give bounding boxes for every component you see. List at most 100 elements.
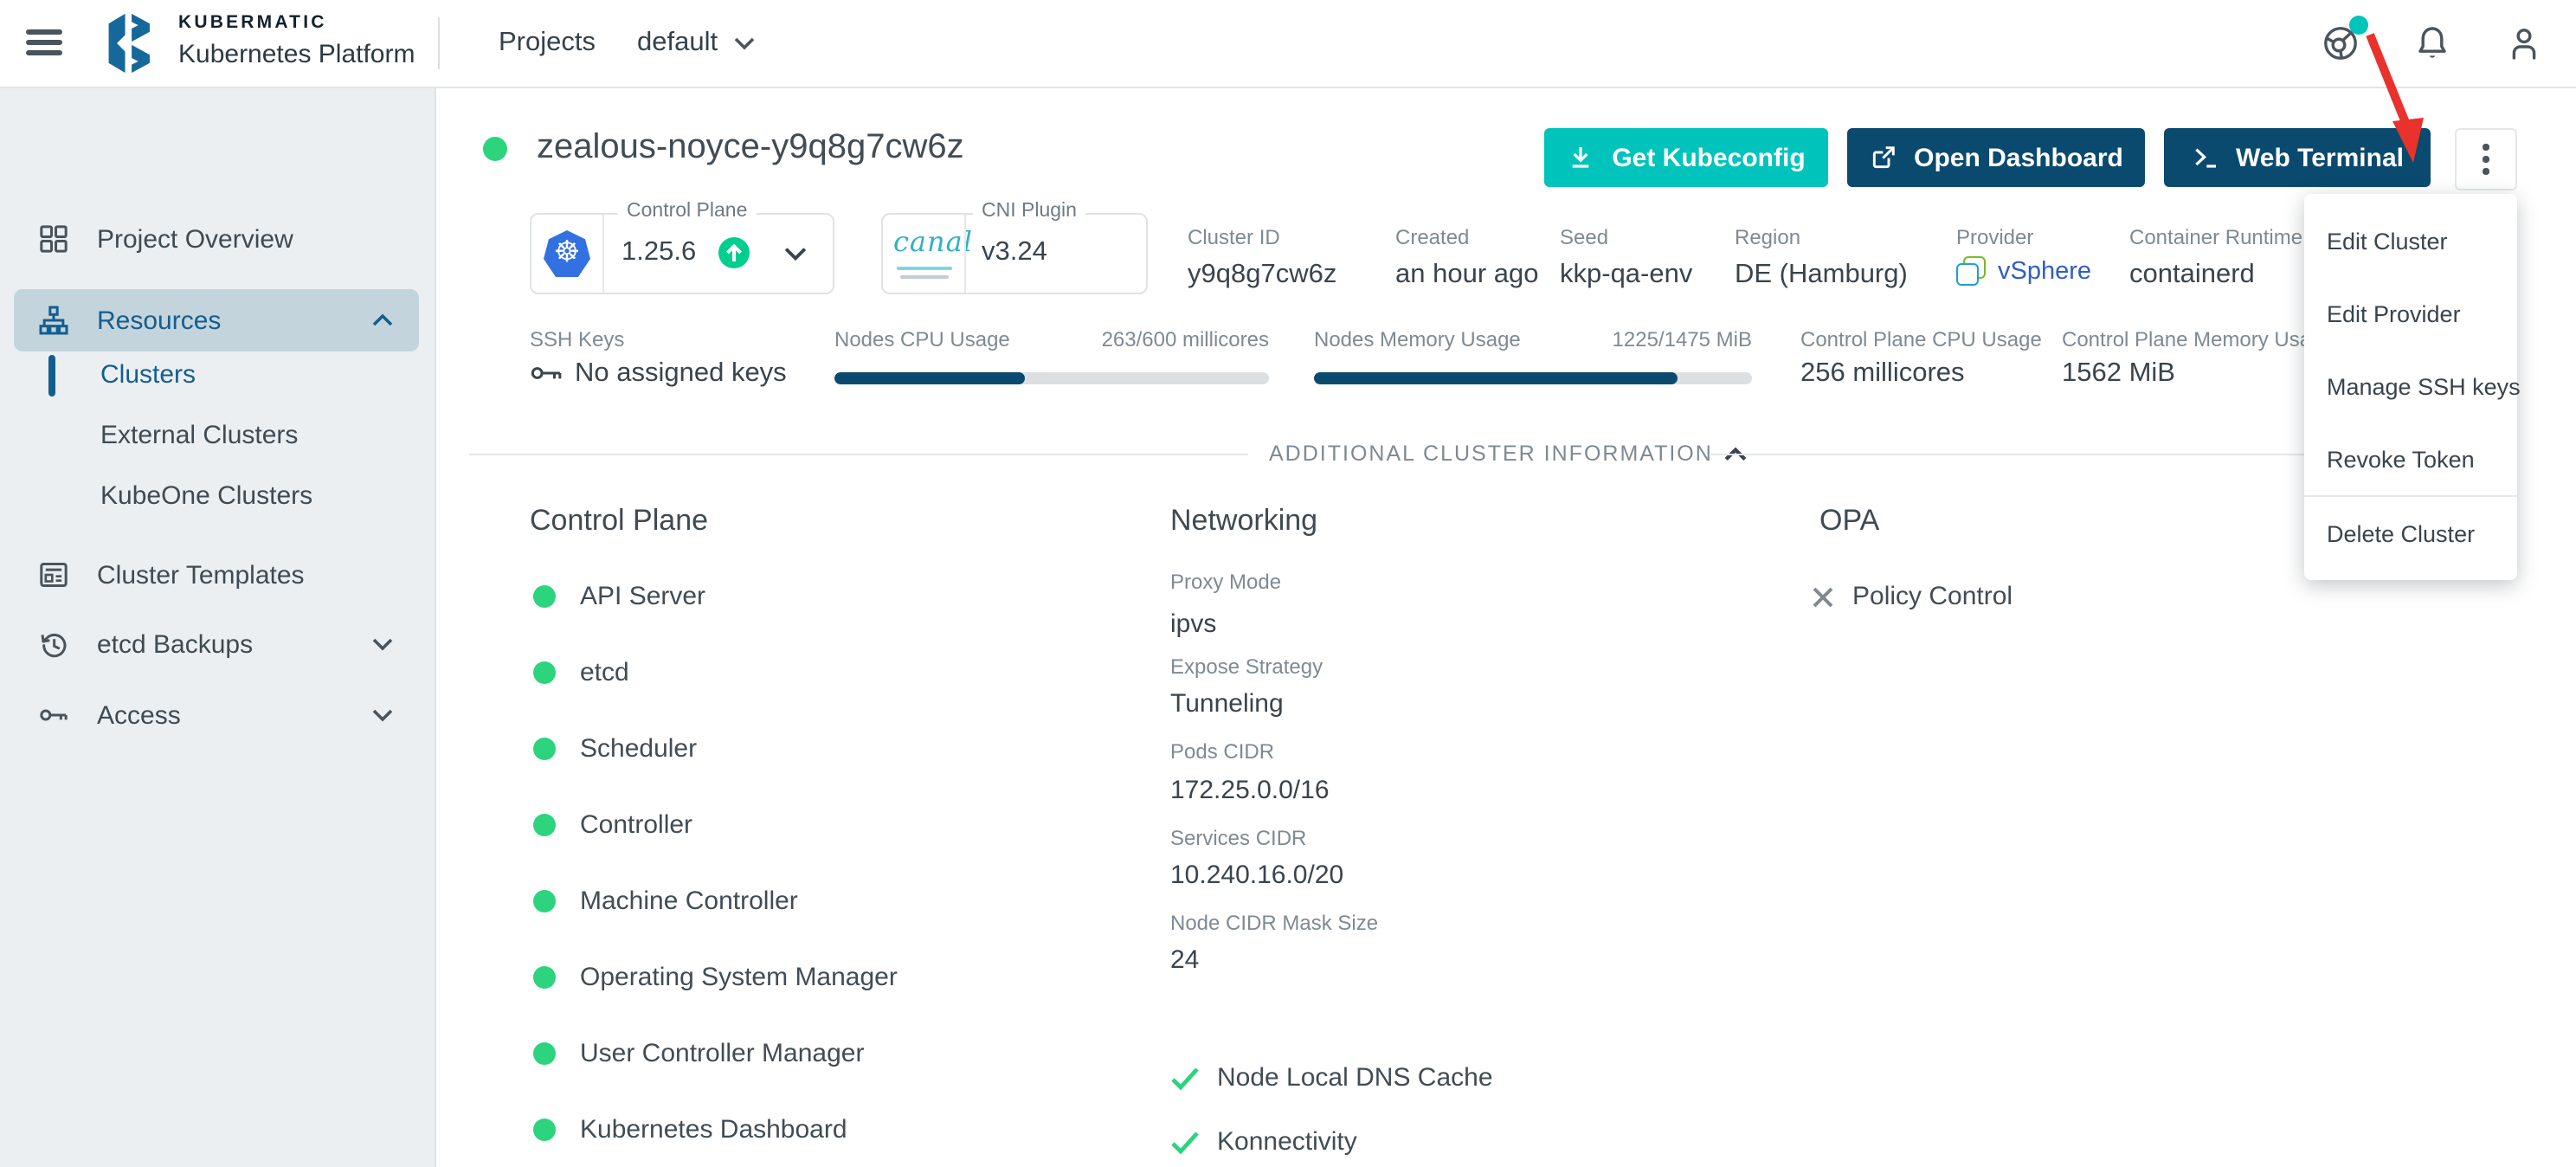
pods-cidr-value: 172.25.0.0/16 [1170, 776, 1330, 805]
feature-node-local-dns: Node Local DNS Cache [1170, 1063, 1493, 1093]
hierarchy-icon [36, 303, 71, 338]
open-dashboard-button[interactable]: Open Dashboard [1847, 128, 2145, 187]
cp-status-user-controller-manager: User Controller Manager [533, 1039, 864, 1068]
cluster-actions-kebab-button[interactable] [2455, 128, 2517, 190]
ssh-keys-value: No assigned keys [575, 358, 787, 390]
menu-item-edit-provider[interactable]: Edit Provider [2304, 277, 2517, 350]
nodes-memory-progress [1314, 372, 1752, 384]
control-plane-version-box: Control Plane ☸ 1.25.6 [530, 213, 834, 294]
provider-value[interactable]: vSphere [1956, 256, 2091, 286]
status-ok-dot [533, 1119, 556, 1141]
cp-status-kubernetes-dashboard: Kubernetes Dashboard [533, 1115, 847, 1144]
node-cidr-mask-label: Node CIDR Mask Size [1170, 911, 1378, 935]
menu-item-manage-ssh-keys[interactable]: Manage SSH keys [2304, 350, 2517, 422]
sidebar-item-kubeone-clusters[interactable]: KubeOne Clusters [100, 481, 312, 511]
feature-konnectivity: Konnectivity [1170, 1127, 1357, 1157]
cp-cpu-label: Control Plane CPU Usage [1800, 327, 2042, 351]
sidebar-item-clusters[interactable]: Clusters [100, 360, 196, 390]
check-icon [1170, 1130, 1200, 1154]
sidebar: Project Overview Resources Clusters Exte… [0, 87, 436, 1167]
node-cidr-mask-value: 24 [1170, 945, 1199, 975]
menu-item-revoke-token[interactable]: Revoke Token [2304, 422, 2517, 495]
menu-item-edit-cluster[interactable]: Edit Cluster [2304, 204, 2517, 277]
region-value: DE (Hamburg) [1735, 260, 1908, 291]
sidebar-item-label: etcd Backups [97, 629, 253, 659]
cp-memory-label: Control Plane Memory Usage [2062, 327, 2334, 351]
nav-projects[interactable]: Projects [499, 28, 596, 59]
divider-line [1710, 454, 2394, 455]
expose-strategy-value: Tunneling [1170, 689, 1284, 719]
status-ok-dot [533, 585, 556, 608]
template-icon [36, 558, 71, 592]
version-chevron-down-icon[interactable] [784, 246, 807, 261]
sidebar-item-label: Project Overview [97, 224, 293, 254]
ssh-keys-label: SSH Keys [530, 327, 624, 351]
section-title-networking: Networking [1170, 504, 1317, 538]
cp-cpu-value: 256 millicores [1800, 358, 1965, 390]
seed-value: kkp-qa-env [1560, 260, 1692, 291]
sidebar-item-resources[interactable]: Resources [0, 289, 435, 351]
sidebar-item-cluster-templates[interactable]: Cluster Templates [0, 544, 435, 606]
vsphere-icon [1956, 256, 1986, 286]
additional-info-toggle[interactable]: ADDITIONAL CLUSTER INFORMATION [1269, 442, 1748, 466]
project-selector[interactable]: default [637, 28, 754, 59]
history-icon [36, 627, 71, 661]
canal-logo: canal [893, 225, 973, 258]
chevron-up-icon [372, 310, 393, 331]
ssh-key-icon [530, 362, 563, 384]
additional-info-label: ADDITIONAL CLUSTER INFORMATION [1269, 442, 1713, 466]
sidebar-item-project-overview[interactable]: Project Overview [0, 208, 435, 270]
cluster-actions-menu: Edit Cluster Edit Provider Manage SSH ke… [2304, 194, 2517, 580]
created-value: an hour ago [1395, 260, 1539, 291]
web-terminal-label: Web Terminal [2236, 143, 2404, 172]
nodes-memory-progress-fill [1314, 372, 1678, 384]
section-title-opa: OPA [1819, 504, 1879, 538]
terminal-icon [2191, 144, 2219, 171]
web-terminal-button[interactable]: Web Terminal [2164, 128, 2431, 187]
cni-plugin-legend: CNI Plugin [973, 201, 1085, 222]
download-icon [1567, 144, 1594, 171]
project-selector-value: default [637, 28, 718, 59]
created-label: Created [1395, 225, 1469, 249]
policy-control-label: Policy Control [1852, 582, 2012, 611]
control-plane-version: 1.25.6 [621, 237, 696, 268]
kebab-icon [2483, 145, 2489, 175]
cp-status-api-server: API Server [533, 582, 705, 611]
notification-badge [2349, 16, 2368, 35]
seed-label: Seed [1560, 225, 1608, 249]
brand-subtitle: Kubernetes Platform [178, 41, 415, 67]
expose-strategy-label: Expose Strategy [1170, 654, 1323, 679]
sidebar-item-etcd-backups[interactable]: etcd Backups [0, 613, 435, 675]
x-icon [1811, 584, 1835, 609]
bell-icon[interactable] [2412, 23, 2453, 64]
sidebar-item-label: Access [97, 700, 181, 730]
chevron-down-icon [733, 36, 754, 50]
sidebar-item-external-clusters[interactable]: External Clusters [100, 421, 298, 450]
hamburger-menu-icon[interactable] [26, 29, 62, 57]
sidebar-item-access[interactable]: Access [0, 684, 435, 746]
kubermatic-app: KUBERMATIC Kubernetes Platform Projects … [0, 0, 2576, 1167]
container-runtime-value: containerd [2129, 260, 2255, 291]
brand-title: KUBERMATIC [178, 14, 415, 32]
control-plane-legend: Control Plane [618, 201, 756, 222]
chevron-down-icon [372, 634, 393, 654]
services-cidr-value: 10.240.16.0/20 [1170, 861, 1343, 890]
upgrade-available-icon[interactable] [718, 237, 750, 268]
pods-cidr-label: Pods CIDR [1170, 739, 1274, 764]
cp-status-os-manager: Operating System Manager [533, 963, 898, 992]
user-icon[interactable] [2503, 23, 2545, 64]
get-kubeconfig-label: Get Kubeconfig [1612, 143, 1805, 172]
status-ok-dot [533, 814, 556, 836]
sidebar-item-label: Cluster Templates [97, 560, 305, 590]
help-wheel-icon[interactable] [2320, 23, 2361, 64]
cp-status-controller: Controller [533, 810, 692, 840]
active-subitem-bar [48, 355, 55, 397]
kubernetes-icon: ☸ [544, 230, 590, 277]
nodes-cpu-value: 263/600 millicores [1027, 327, 1269, 351]
open-dashboard-label: Open Dashboard [1914, 143, 2123, 172]
nodes-cpu-progress-fill [834, 372, 1025, 384]
cp-status-etcd: etcd [533, 658, 629, 687]
menu-item-delete-cluster[interactable]: Delete Cluster [2304, 497, 2517, 570]
cp-status-machine-controller: Machine Controller [533, 887, 798, 916]
get-kubeconfig-button[interactable]: Get Kubeconfig [1544, 128, 1828, 187]
